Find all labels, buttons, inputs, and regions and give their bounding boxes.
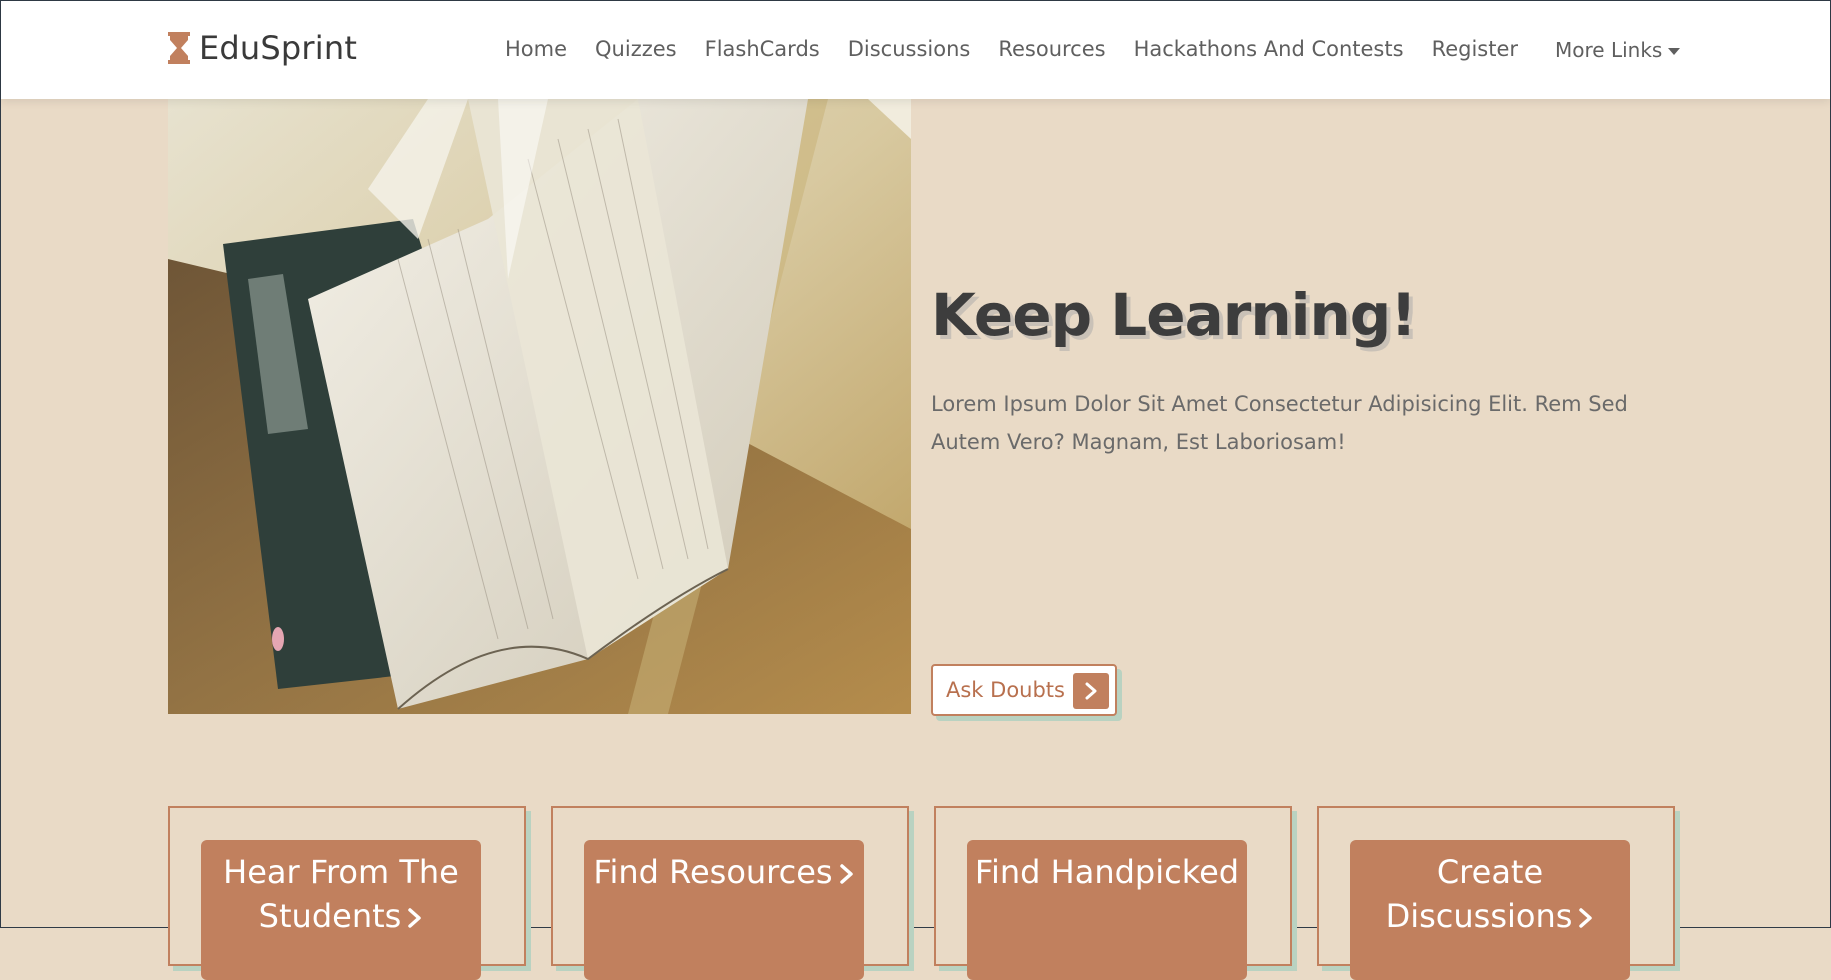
card-button-label: Hear From The Students	[223, 853, 459, 935]
nav-link-hackathons[interactable]: Hackathons And Contests	[1134, 37, 1404, 61]
ask-doubts-button[interactable]: Ask Doubts	[931, 664, 1117, 716]
hero-section: Keep Learning! Lorem Ipsum Dolor Sit Ame…	[931, 281, 1651, 716]
card-button-label: Create Discussions	[1385, 853, 1573, 935]
card-hear-from-students: Hear From The Students	[168, 806, 526, 980]
chevron-right-icon	[1073, 673, 1109, 709]
hero-description: Lorem Ipsum Dolor Sit Amet Consectetur A…	[931, 392, 1628, 454]
find-resources-button[interactable]: Find Resources	[584, 840, 864, 980]
nav-link-flashcards[interactable]: FlashCards	[705, 37, 820, 61]
nav-link-discussions[interactable]: Discussions	[848, 37, 971, 61]
nav-link-home[interactable]: Home	[505, 37, 567, 61]
card-button-label: Find Handpicked	[974, 853, 1240, 891]
brand-name: EduSprint	[199, 29, 358, 67]
top-navbar: EduSprint Home Quizzes FlashCards Discus…	[1, 1, 1830, 99]
nav-link-register[interactable]: Register	[1432, 37, 1518, 61]
more-links-label: More Links	[1555, 38, 1663, 62]
nav-links: Home Quizzes FlashCards Discussions Reso…	[505, 37, 1546, 61]
hourglass-icon	[167, 32, 191, 64]
nav-link-quizzes[interactable]: Quizzes	[595, 37, 677, 61]
more-links-dropdown[interactable]: More Links	[1555, 38, 1681, 62]
chevron-right-icon	[839, 852, 855, 896]
card-find-resources: Find Resources	[551, 806, 909, 980]
create-discussions-button[interactable]: Create Discussions	[1350, 840, 1630, 980]
card-find-handpicked: Find Handpicked	[934, 806, 1292, 980]
card-button-label: Find Resources	[593, 853, 833, 891]
nav-link-resources[interactable]: Resources	[998, 37, 1105, 61]
brand-logo[interactable]: EduSprint	[167, 29, 357, 67]
find-handpicked-button[interactable]: Find Handpicked	[967, 840, 1247, 980]
hero-title: Keep Learning!	[931, 281, 1417, 349]
chevron-right-icon	[1578, 896, 1594, 940]
chevron-right-icon	[407, 896, 423, 940]
card-create-discussions: Create Discussions	[1317, 806, 1675, 980]
caret-down-icon	[1668, 47, 1681, 55]
ask-doubts-label: Ask Doubts	[946, 678, 1065, 702]
hero-book-image	[168, 99, 911, 714]
feature-cards: Hear From The Students Find Resources Fi…	[168, 806, 1677, 980]
hear-from-students-button[interactable]: Hear From The Students	[201, 840, 481, 980]
